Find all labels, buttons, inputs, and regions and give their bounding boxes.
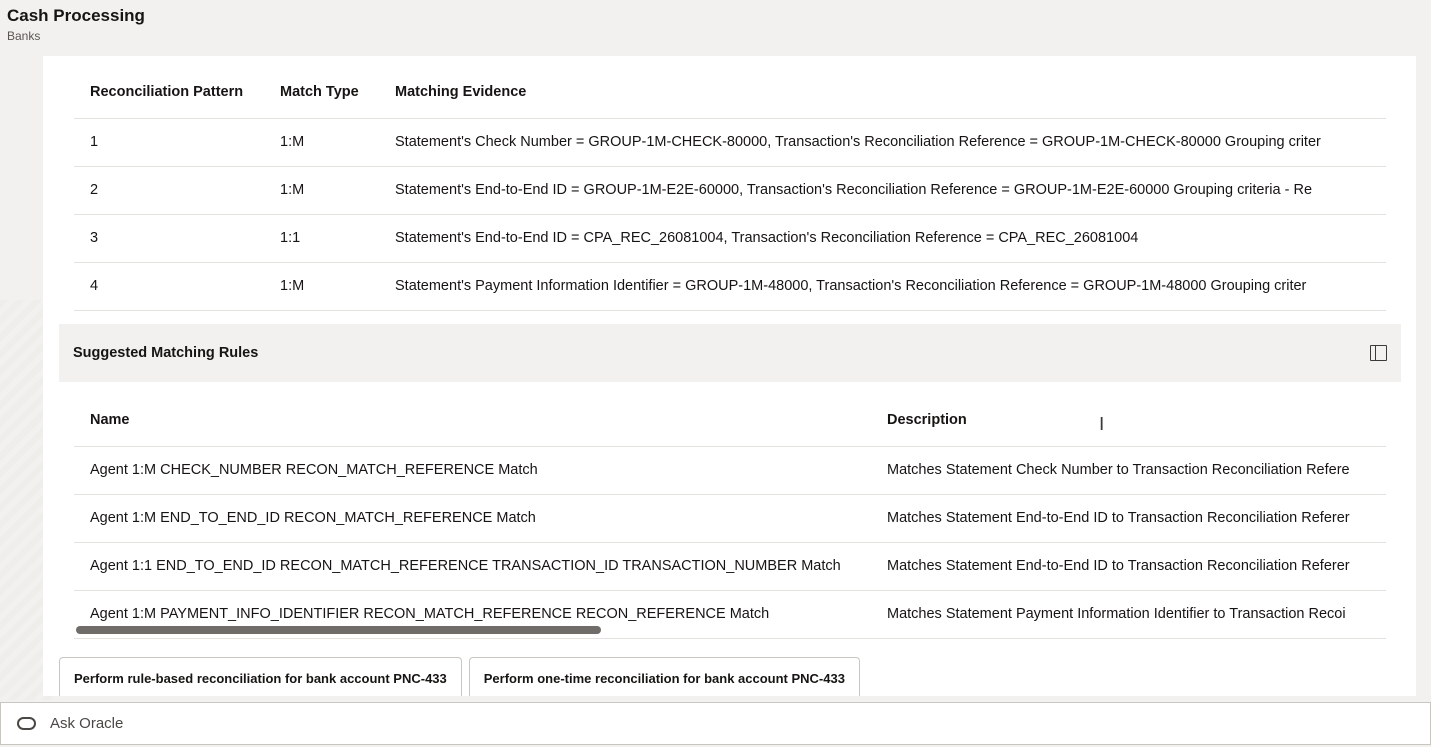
content-panel: Reconciliation Pattern Match Type Matchi… [43,56,1416,696]
match-type-cell: 1:1 [264,213,379,262]
match-type-cell: 1:M [264,165,379,214]
horizontal-scrollbar[interactable] [76,626,601,634]
table-row[interactable]: 1 1:M Statement's Check Number = GROUP-1… [74,117,1386,166]
action-buttons: Perform rule-based reconciliation for ba… [59,657,860,696]
rule-description-cell: Matches Statement End-to-End ID to Trans… [871,493,1386,542]
table-row[interactable]: Agent 1:M END_TO_END_ID RECON_MATCH_REFE… [74,493,1386,542]
section-title: Suggested Matching Rules [73,345,259,361]
rule-description-cell: Matches Statement Check Number to Transa… [871,445,1386,494]
suggested-matching-rules-header: Suggested Matching Rules [59,324,1401,382]
table-header-row: Reconciliation Pattern Match Type Matchi… [74,66,1386,118]
table-row[interactable]: 4 1:M Statement's Payment Information Id… [74,261,1386,311]
oracle-icon [17,717,36,730]
text-cursor-icon: I [1099,414,1105,435]
ask-oracle-input[interactable] [50,715,650,732]
rule-based-reconciliation-button[interactable]: Perform rule-based reconciliation for ba… [59,657,462,696]
table-row[interactable]: Agent 1:1 END_TO_END_ID RECON_MATCH_REFE… [74,541,1386,590]
rule-description-cell: Matches Statement Payment Information Id… [871,589,1386,639]
matching-evidence-cell: Statement's Check Number = GROUP-1M-CHEC… [379,117,1386,166]
match-type-cell: 1:M [264,117,379,166]
column-header-match-type[interactable]: Match Type [264,66,379,118]
pattern-cell: 4 [74,261,264,311]
matching-evidence-cell: Statement's End-to-End ID = GROUP-1M-E2E… [379,165,1386,214]
one-time-reconciliation-button[interactable]: Perform one-time reconciliation for bank… [468,657,860,696]
column-header-name[interactable]: Name [74,394,871,446]
page-subtitle: Banks [7,29,41,43]
ask-oracle-bar [0,702,1431,745]
reconciliation-patterns-table: Reconciliation Pattern Match Type Matchi… [74,66,1386,311]
rule-name-cell: Agent 1:M CHECK_NUMBER RECON_MATCH_REFER… [74,445,871,494]
matching-evidence-cell: Statement's Payment Information Identifi… [379,261,1386,311]
suggested-matching-rules-table: Name Description Agent 1:M CHECK_NUMBER … [74,394,1386,639]
rule-name-cell: Agent 1:1 END_TO_END_ID RECON_MATCH_REFE… [74,541,871,590]
table-row[interactable]: Agent 1:M CHECK_NUMBER RECON_MATCH_REFER… [74,445,1386,494]
column-header-description[interactable]: Description [871,394,1386,446]
pattern-cell: 1 [74,117,264,166]
table-row[interactable]: 3 1:1 Statement's End-to-End ID = CPA_RE… [74,213,1386,262]
pattern-cell: 2 [74,165,264,214]
table-header-row: Name Description [74,394,1386,446]
pattern-cell: 3 [74,213,264,262]
panel-toggle-icon[interactable] [1370,345,1387,361]
column-header-matching-evidence[interactable]: Matching Evidence [379,66,1386,118]
page-title: Cash Processing [7,6,145,25]
rule-description-cell: Matches Statement End-to-End ID to Trans… [871,541,1386,590]
match-type-cell: 1:M [264,261,379,311]
page-header: Cash Processing Banks [7,6,145,43]
rule-name-cell: Agent 1:M END_TO_END_ID RECON_MATCH_REFE… [74,493,871,542]
column-header-reconciliation-pattern[interactable]: Reconciliation Pattern [74,66,264,118]
matching-evidence-cell: Statement's End-to-End ID = CPA_REC_2608… [379,213,1386,262]
table-row[interactable]: 2 1:M Statement's End-to-End ID = GROUP-… [74,165,1386,214]
